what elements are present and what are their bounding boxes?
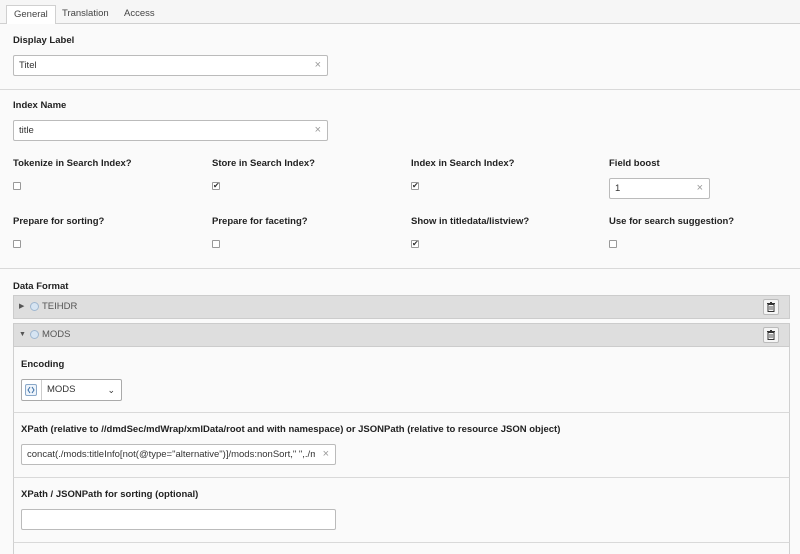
index-checkbox[interactable]: ✔: [411, 182, 419, 190]
xpath-value: concat(./mods:titleInfo[not(@type="alter…: [27, 449, 315, 460]
store-label: Store in Search Index?: [212, 158, 315, 169]
tab-general[interactable]: General: [6, 5, 56, 25]
trash-icon[interactable]: [763, 327, 779, 343]
tab-bar: General Translation Access: [0, 0, 800, 25]
display-label-label: Display Label: [13, 35, 75, 46]
record-header-teihdr[interactable]: ▶ TEIHDR: [13, 295, 790, 319]
chevron-down-icon: ⌄: [107, 385, 115, 395]
next-field-section: [13, 543, 790, 554]
tab-access[interactable]: Access: [117, 5, 162, 24]
index-name-value: title: [19, 125, 34, 136]
tokenize-checkbox[interactable]: [13, 182, 21, 190]
record-title-teihdr: TEIHDR: [42, 301, 78, 312]
clear-icon[interactable]: ×: [697, 179, 703, 198]
suggestion-label: Use for search suggestion?: [609, 216, 735, 227]
display-label-value: Titel: [19, 60, 37, 71]
record-title-mods: MODS: [42, 329, 71, 340]
clear-icon[interactable]: ×: [315, 121, 321, 140]
sorting-label: Prepare for sorting?: [13, 216, 105, 227]
store-checkbox[interactable]: ✔: [212, 182, 220, 190]
expanded-icon[interactable]: ▼: [19, 324, 26, 346]
tokenize-label: Tokenize in Search Index?: [13, 158, 132, 169]
trash-icon[interactable]: [763, 299, 779, 315]
encoding-section: [13, 347, 790, 413]
faceting-checkbox[interactable]: [212, 240, 220, 248]
select-type-icon: [25, 384, 37, 396]
record-header-mods[interactable]: ▼ MODS: [13, 323, 790, 347]
encoding-label: Encoding: [21, 359, 65, 370]
titledata-label: Show in titledata/listview?: [411, 216, 530, 227]
select-divider: [41, 380, 42, 400]
clear-icon[interactable]: ×: [323, 445, 329, 464]
titledata-checkbox[interactable]: ✔: [411, 240, 419, 248]
xpath-label: XPath (relative to //dmdSec/mdWrap/xmlDa…: [21, 424, 561, 435]
record-icon: [30, 302, 39, 311]
tab-translation[interactable]: Translation: [55, 5, 116, 24]
xpath-sorting-label: XPath / JSONPath for sorting (optional): [21, 489, 199, 500]
xpath-input[interactable]: concat(./mods:titleInfo[not(@type="alter…: [21, 444, 336, 465]
encoding-select[interactable]: MODS ⌄: [21, 379, 122, 401]
field-boost-input[interactable]: 1 ×: [609, 178, 710, 199]
index-name-input[interactable]: title ×: [13, 120, 328, 141]
suggestion-checkbox[interactable]: [609, 240, 617, 248]
field-boost-label: Field boost: [609, 158, 660, 169]
clear-icon[interactable]: ×: [315, 56, 321, 75]
encoding-value: MODS: [47, 384, 76, 395]
index-name-label: Index Name: [13, 100, 67, 111]
faceting-label: Prepare for faceting?: [212, 216, 308, 227]
index-label: Index in Search Index?: [411, 158, 515, 169]
field-boost-value: 1: [615, 183, 621, 194]
data-format-label: Data Format: [13, 281, 69, 292]
sorting-checkbox[interactable]: [13, 240, 21, 248]
record-icon: [30, 330, 39, 339]
display-label-input[interactable]: Titel ×: [13, 55, 328, 76]
collapsed-icon[interactable]: ▶: [19, 296, 24, 318]
xpath-sorting-input[interactable]: [21, 509, 336, 530]
